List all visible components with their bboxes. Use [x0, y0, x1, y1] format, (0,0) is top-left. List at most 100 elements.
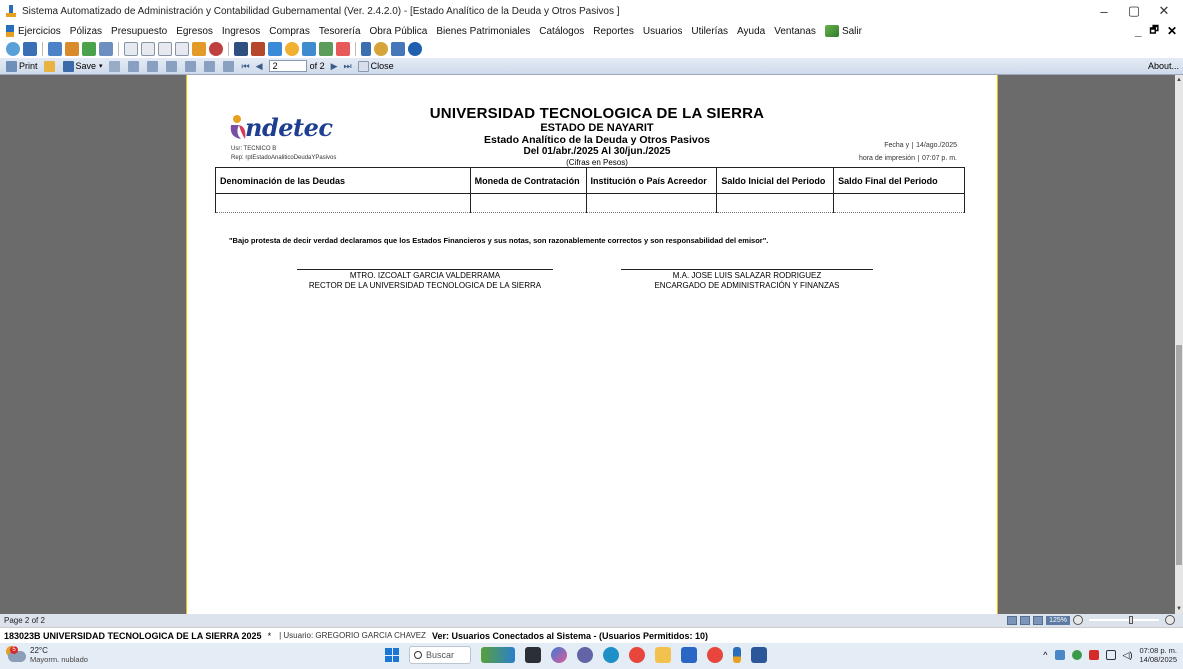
copilot-icon[interactable] [551, 647, 567, 663]
pie-icon[interactable] [268, 42, 282, 56]
hierarchy-icon[interactable] [361, 42, 371, 56]
scroll-up-icon[interactable]: ▲ [1176, 77, 1182, 83]
book-icon[interactable] [209, 42, 223, 56]
chart-icon[interactable] [82, 42, 96, 56]
email-button[interactable] [108, 60, 122, 72]
file-explorer-icon[interactable] [655, 647, 671, 663]
taskbar-search[interactable]: Buscar [409, 646, 471, 664]
mdi-restore-button[interactable]: 🗗 [1150, 23, 1159, 40]
menu-reportes[interactable]: Reportes [593, 26, 634, 37]
menu-usuarios[interactable]: Usuarios [643, 26, 682, 37]
scrollbar-thumb[interactable] [1176, 345, 1182, 565]
form2-icon[interactable] [141, 42, 155, 56]
menu-bienes-patrimoniales[interactable]: Bienes Patrimoniales [436, 26, 530, 37]
print-button[interactable]: Print [6, 60, 38, 72]
close-report-label: Close [370, 61, 394, 71]
save-button[interactable]: Save ▾ [62, 60, 103, 72]
refresh-icon[interactable] [6, 42, 20, 56]
close-button[interactable]: ✕ [1149, 0, 1179, 22]
form3-icon[interactable] [158, 42, 172, 56]
vertical-scrollbar[interactable]: ▲ ▼ [1175, 75, 1183, 614]
zoom-level[interactable]: 125% [1046, 615, 1070, 625]
app-menu-icon[interactable] [6, 25, 14, 37]
about-button[interactable]: About... [1148, 61, 1179, 71]
users-icon[interactable] [48, 42, 62, 56]
menu-obra-publica[interactable]: Obra Pública [370, 26, 428, 37]
menu-catalogos[interactable]: Catálogos [539, 26, 584, 37]
open-button[interactable] [43, 60, 57, 72]
exit-icon[interactable] [824, 25, 839, 37]
settings-icon[interactable] [319, 42, 333, 56]
design-button[interactable] [222, 60, 236, 72]
view-single-page-icon[interactable] [1007, 615, 1018, 625]
tray-chrome-icon[interactable] [1071, 650, 1082, 660]
coins-icon[interactable] [251, 42, 265, 56]
edge-icon[interactable] [603, 647, 619, 663]
report-icon[interactable] [23, 42, 37, 56]
clock[interactable]: 07:08 p. m. 14/08/2025 [1139, 646, 1177, 664]
volume-icon[interactable]: ◁) [1123, 650, 1133, 661]
menu-ayuda[interactable]: Ayuda [737, 26, 765, 37]
word-icon[interactable] [751, 647, 767, 663]
minimize-button[interactable]: – [1089, 0, 1119, 22]
menu-egresos[interactable]: Egresos [176, 26, 213, 37]
menu-ingresos[interactable]: Ingresos [222, 26, 260, 37]
find-button[interactable] [127, 60, 141, 72]
thumbnails-button[interactable] [146, 60, 160, 72]
menu-compras[interactable]: Compras [269, 26, 310, 37]
task-view-icon[interactable] [525, 647, 541, 663]
menu-ventanas[interactable]: Ventanas [774, 26, 816, 37]
zoom-out-button[interactable] [184, 60, 198, 72]
help-icon[interactable] [408, 42, 422, 56]
zoom-out-circle-icon[interactable] [1073, 615, 1083, 625]
zoom-slider-knob[interactable] [1129, 616, 1133, 624]
tray-app-icon[interactable] [1054, 650, 1065, 660]
maximize-button[interactable]: ▢ [1119, 0, 1149, 22]
save-dropdown-icon[interactable]: ▾ [99, 62, 103, 70]
teams-icon[interactable] [577, 647, 593, 663]
table-icon[interactable] [391, 42, 405, 56]
menu-salir[interactable]: Salir [842, 26, 862, 37]
zoom-in-circle-icon[interactable] [1165, 615, 1175, 625]
search-doc-icon[interactable] [285, 42, 299, 56]
tray-chevron-icon[interactable]: ^ [1043, 650, 1047, 660]
chrome-profile-icon[interactable] [707, 647, 723, 663]
last-page-button[interactable]: ⏭ [344, 61, 352, 72]
form-icon[interactable] [124, 42, 138, 56]
tools-icon[interactable] [302, 42, 316, 56]
zoom-in-button[interactable] [165, 60, 179, 72]
tree-icon[interactable] [336, 42, 350, 56]
close-report-button[interactable]: Close [357, 60, 394, 72]
search-icon[interactable] [374, 42, 388, 56]
record-icon[interactable] [175, 42, 189, 56]
star-icon[interactable] [192, 42, 206, 56]
widgets-icon[interactable] [481, 647, 515, 663]
saacg-app-icon[interactable] [733, 647, 741, 663]
menu-utilerias[interactable]: Utilerías [691, 26, 728, 37]
next-page-button[interactable]: ▶ [331, 61, 338, 72]
chrome-icon[interactable] [629, 647, 645, 663]
scroll-down-icon[interactable]: ▼ [1176, 606, 1182, 612]
cash-icon[interactable] [234, 42, 248, 56]
doc-icon[interactable] [99, 42, 113, 56]
mdi-close-button[interactable]: ✕ [1167, 24, 1177, 38]
store-icon[interactable] [681, 647, 697, 663]
menu-tesoreria[interactable]: Tesorería [319, 26, 361, 37]
connected-users-link[interactable]: Ver: Usuarios Conectados al Sistema - (U… [432, 631, 708, 641]
view-two-pages-icon[interactable] [1020, 615, 1031, 625]
menu-presupuesto[interactable]: Presupuesto [111, 26, 167, 37]
first-page-button[interactable]: ⏮ [242, 61, 250, 72]
tray-security-icon[interactable] [1088, 650, 1099, 660]
view-multi-pages-icon[interactable] [1033, 615, 1044, 625]
mdi-minimize-button[interactable]: _ [1135, 24, 1142, 38]
menu-ejercicios[interactable]: Ejercicios [18, 26, 61, 37]
page-number-input[interactable]: 2 [268, 60, 307, 72]
prev-page-button[interactable]: ◀ [256, 61, 263, 72]
weather-widget[interactable]: 5 22°C Mayorm. nublado [6, 646, 88, 664]
transfer-icon[interactable] [65, 42, 79, 56]
menu-polizas[interactable]: Pólizas [70, 26, 102, 37]
network-icon[interactable] [1105, 650, 1116, 660]
start-button[interactable] [385, 648, 399, 662]
zoom-slider[interactable] [1089, 616, 1159, 624]
fullscreen-button[interactable] [203, 60, 217, 72]
